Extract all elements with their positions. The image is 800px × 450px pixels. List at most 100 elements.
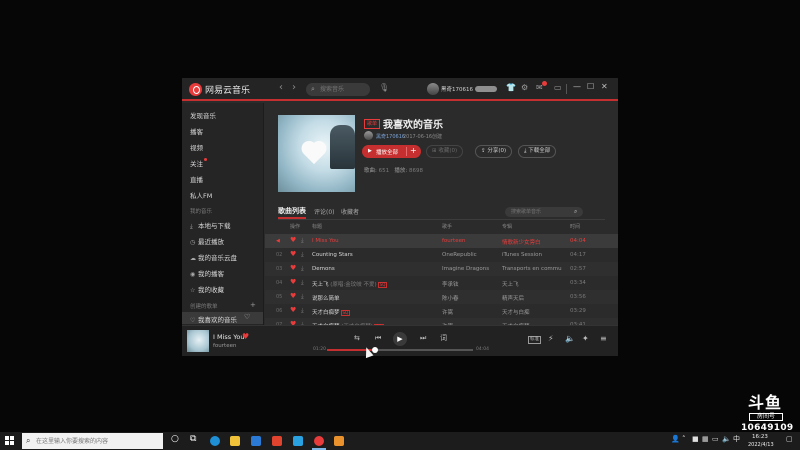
share-song-icon[interactable]: ✦: [582, 335, 589, 343]
table-row[interactable]: ◀ ♥ ⤓ I Miss You fourteen 情歌新少女旁白 04:04: [265, 234, 618, 248]
table-row[interactable]: 06 ♥ ⤓ 天才白痴梦 SQ 许嵩 天才与白痴 03:29: [265, 304, 618, 318]
playlist-search-input[interactable]: [511, 208, 569, 216]
song-album[interactable]: 精声天后: [502, 294, 562, 302]
windows-start-icon[interactable]: [5, 436, 15, 446]
sidebar-item-live[interactable]: 直播: [190, 174, 203, 184]
close-icon[interactable]: ✕: [601, 83, 608, 91]
download-all-button[interactable]: ⤓ 下载全部: [518, 145, 557, 158]
cortana-icon[interactable]: ○: [171, 435, 179, 444]
repeat-icon[interactable]: ⇆: [354, 335, 360, 342]
quality-button[interactable]: 标准: [528, 336, 541, 344]
user-avatar[interactable]: [427, 83, 439, 95]
sidebar-item-recent[interactable]: ◷ 最近播放: [190, 236, 224, 246]
table-row[interactable]: 05 ♥ ⤓ 说那么简单 陈小春 精声天后 03:56: [265, 290, 618, 304]
volume-icon[interactable]: 🔈: [565, 335, 575, 343]
previous-icon[interactable]: ⏮: [375, 335, 381, 342]
taskbar-search[interactable]: ⌕: [22, 433, 163, 449]
now-playing-cover[interactable]: [187, 330, 209, 352]
table-row[interactable]: 03 ♥ ⤓ Demons Imagine Dragons Transports en c…: [265, 262, 618, 276]
table-row[interactable]: 07♥⤓天才白痴梦 (天才白痴梦)SQ许嵩天才白痴梦03:41: [265, 318, 618, 325]
sidebar-item-discover[interactable]: 发现音乐: [190, 110, 216, 120]
row-download-icon[interactable]: ⤓: [301, 265, 304, 273]
song-artist[interactable]: 陈小春: [442, 294, 497, 302]
playlist-queue-icon[interactable]: ≡: [600, 335, 607, 343]
sidebar-item-cloud[interactable]: ☁ 我的音乐云盘: [190, 252, 237, 262]
add-to-queue-icon[interactable]: +: [410, 146, 417, 156]
forward-icon[interactable]: ›: [292, 82, 296, 93]
song-album[interactable]: 天上飞: [502, 280, 562, 288]
row-download-icon[interactable]: ⤓: [301, 251, 304, 259]
settings-icon[interactable]: ⚙: [521, 84, 528, 92]
progress-knob[interactable]: [372, 347, 378, 353]
play-pause-button[interactable]: ▶: [393, 332, 407, 346]
share-button[interactable]: ⇪ 分享(0): [475, 145, 513, 158]
header-title[interactable]: 标题: [312, 223, 322, 230]
tray-volume-icon[interactable]: 🔈: [722, 436, 731, 443]
row-like-icon[interactable]: ♥: [290, 292, 296, 300]
app-icon-orange[interactable]: [334, 436, 344, 446]
file-explorer-icon[interactable]: [230, 436, 240, 446]
username[interactable]: 黑奇170616: [441, 85, 473, 93]
back-icon[interactable]: ‹: [279, 82, 283, 93]
row-like-icon[interactable]: ♥: [290, 250, 296, 258]
now-playing-title[interactable]: I Miss You: [213, 333, 244, 341]
progress-bar[interactable]: [327, 347, 473, 353]
sidebar-item-local[interactable]: ⤓ 本地与下载: [190, 220, 231, 231]
mic-icon[interactable]: 🎙: [379, 83, 389, 92]
tray-person-icon[interactable]: 👤: [671, 436, 680, 443]
song-album[interactable]: Transports en commun: [502, 266, 562, 272]
row-like-icon[interactable]: ♥: [290, 306, 296, 314]
like-icon[interactable]: ♥: [242, 332, 249, 341]
row-like-icon[interactable]: ♥: [290, 236, 296, 244]
netease-music-taskbar-icon[interactable]: [314, 436, 324, 446]
clock-date[interactable]: 2022/4/13: [748, 442, 774, 448]
heartbeat-mode-icon[interactable]: ♡: [244, 313, 250, 321]
search-box[interactable]: ⌕: [306, 83, 370, 96]
sidebar-item-podcast[interactable]: 播客: [190, 126, 203, 136]
row-like-icon[interactable]: ♥: [290, 264, 296, 272]
next-icon[interactable]: ⏭: [420, 335, 426, 342]
row-download-icon[interactable]: ⤓: [301, 307, 304, 315]
sidebar-item-my-podcast[interactable]: ◉ 我的播客: [190, 268, 224, 278]
table-row[interactable]: 02 ♥ ⤓ Counting Stars OneRepublic iTunes Sess…: [265, 248, 618, 262]
tray-chevron-icon[interactable]: ˄: [682, 436, 686, 443]
playlist-search-box[interactable]: ⌕: [505, 207, 583, 217]
sidebar-item-liked-music[interactable]: ♡ 我喜欢的音乐: [190, 314, 237, 324]
store-icon[interactable]: [251, 436, 261, 446]
song-artist[interactable]: fourteen: [442, 238, 497, 244]
play-all-button[interactable]: ▶ 播放全部 +: [362, 145, 421, 158]
sidebar-item-fm[interactable]: 私人FM: [190, 190, 212, 200]
tray-app-icon[interactable]: ■: [692, 436, 699, 443]
song-album[interactable]: 天才与白痴: [502, 308, 562, 316]
effects-icon[interactable]: ⚡: [548, 335, 554, 343]
taskbar-search-input[interactable]: [36, 436, 160, 446]
song-artist[interactable]: 李承铉: [442, 280, 497, 288]
song-album[interactable]: 情歌新少女旁白: [502, 238, 562, 246]
vip-badge[interactable]: [475, 86, 497, 92]
tab-comments[interactable]: 评论(0): [314, 207, 335, 216]
creator-avatar[interactable]: [364, 131, 373, 140]
row-download-icon[interactable]: ⤓: [301, 279, 304, 287]
office-icon[interactable]: [272, 436, 282, 446]
song-artist[interactable]: Imagine Dragons: [442, 266, 497, 272]
shirt-icon[interactable]: 👕: [506, 84, 516, 92]
task-view-icon[interactable]: ⧉: [190, 435, 196, 444]
sidebar-item-follow[interactable]: 关注: [190, 158, 207, 168]
notification-center-icon[interactable]: ▢: [786, 436, 793, 443]
tray-network-icon[interactable]: ▦: [702, 436, 709, 443]
tray-battery-icon[interactable]: ▭: [712, 436, 719, 443]
now-playing-artist[interactable]: fourteen: [213, 343, 236, 349]
row-download-icon[interactable]: ⤓: [301, 293, 304, 301]
song-artist[interactable]: OneRepublic: [442, 252, 497, 258]
row-like-icon[interactable]: ♥: [290, 278, 296, 286]
row-download-icon[interactable]: ⤓: [301, 237, 304, 245]
song-artist[interactable]: 许嵩: [442, 308, 497, 316]
playlist-search-icon[interactable]: ⌕: [574, 208, 577, 216]
song-album[interactable]: iTunes Session: [502, 252, 562, 258]
clock-time[interactable]: 16:23: [752, 434, 768, 440]
tray-ime-icon[interactable]: 中: [733, 436, 740, 443]
lyrics-icon[interactable]: 词: [440, 335, 447, 342]
collect-button[interactable]: ⊞ 收藏(0): [426, 145, 464, 158]
edge-icon[interactable]: [210, 436, 220, 446]
creator-name[interactable]: 黑奇170616: [376, 133, 405, 140]
